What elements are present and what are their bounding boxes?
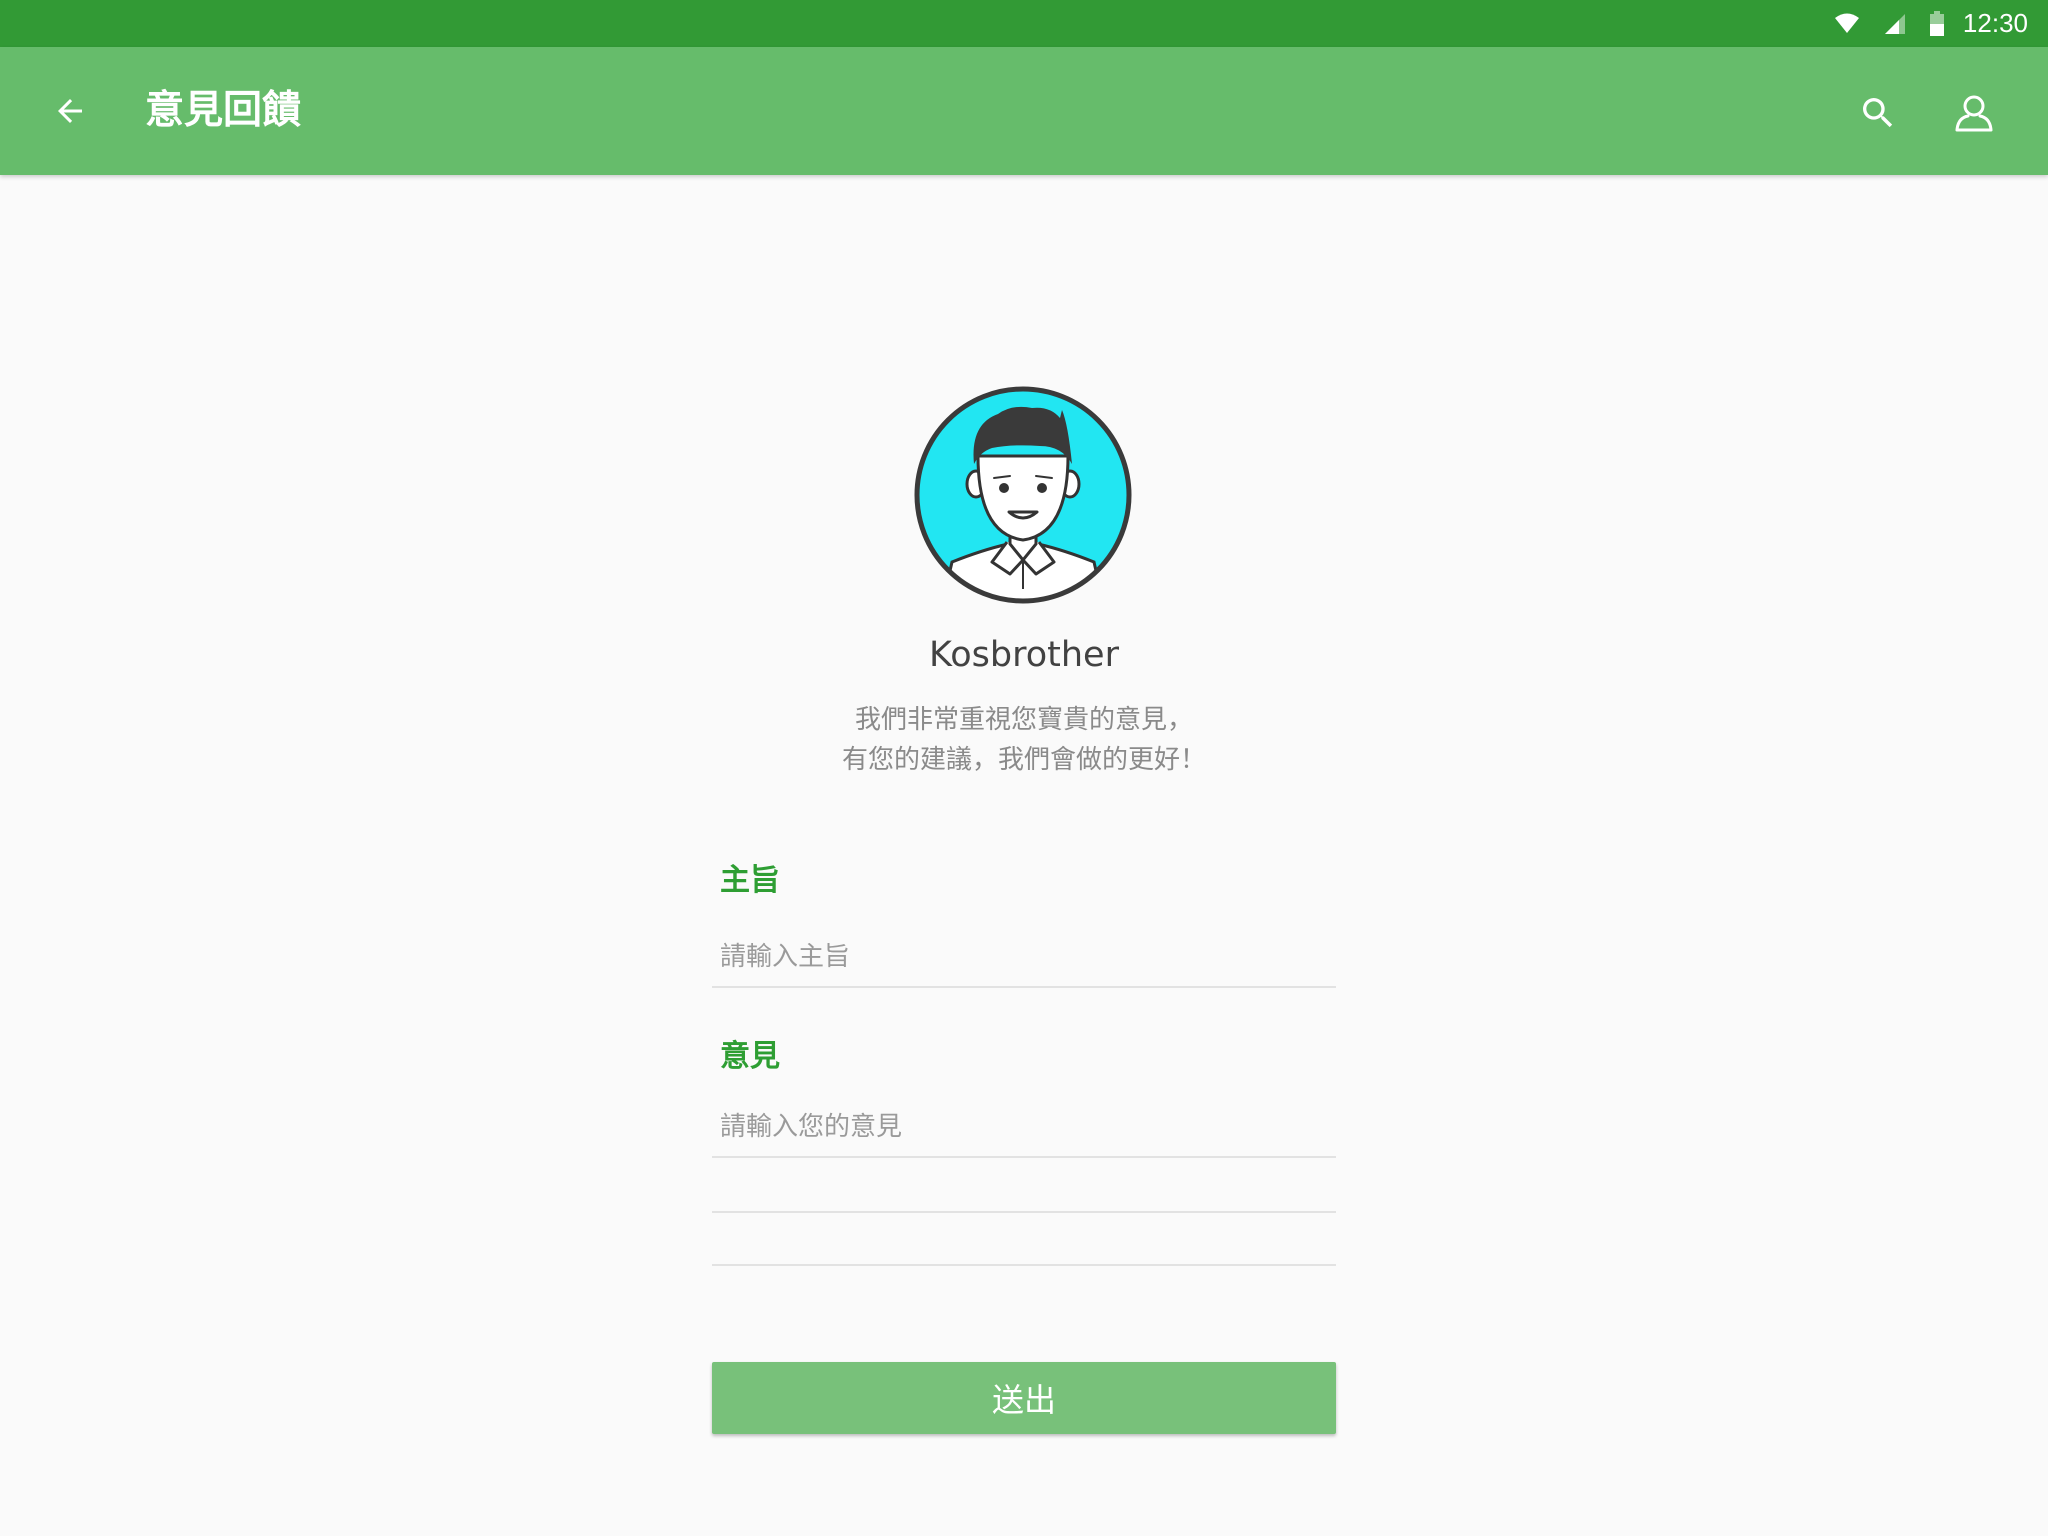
- feedback-content: Kosbrother 我們非常重視您寶貴的意見， 有您的建議，我們會做的更好！ …: [0, 175, 2048, 1536]
- status-bar: 12:30: [0, 0, 2048, 47]
- search-icon: [1863, 98, 1893, 128]
- intro-line-1: 我們非常重視您寶貴的意見，: [854, 705, 1193, 735]
- subject-label: 主旨: [720, 863, 780, 898]
- feedback-input-line-2[interactable]: [712, 1211, 1336, 1213]
- status-time: 12:30: [1962, 8, 2028, 38]
- submit-button[interactable]: 送出: [712, 1362, 1336, 1434]
- app-bar: 意見回饋: [0, 47, 2048, 175]
- feedback-input[interactable]: [712, 1098, 1336, 1158]
- cell-signal-icon: [1883, 12, 1907, 36]
- avatar: [912, 384, 1134, 606]
- account-icon: [1955, 95, 1993, 132]
- intro-text: 我們非常重視您寶貴的意見， 有您的建議，我們會做的更好！: [0, 700, 2048, 780]
- feedback-label: 意見: [720, 1039, 780, 1074]
- feedback-input-line-3[interactable]: [712, 1264, 1336, 1266]
- status-icons: 12:30: [1833, 0, 2028, 47]
- search-button[interactable]: [1850, 85, 1906, 141]
- subject-input[interactable]: [712, 928, 1336, 988]
- account-button[interactable]: [1946, 85, 2002, 141]
- page-title: 意見回饋: [145, 88, 302, 133]
- arrow-back-icon: [58, 99, 82, 123]
- intro-line-2: 有您的建議，我們會做的更好！: [841, 745, 1206, 775]
- wifi-icon: [1833, 12, 1861, 36]
- profile-name: Kosbrother: [929, 635, 1119, 675]
- battery-icon: [1929, 10, 1945, 37]
- back-button[interactable]: [40, 81, 100, 141]
